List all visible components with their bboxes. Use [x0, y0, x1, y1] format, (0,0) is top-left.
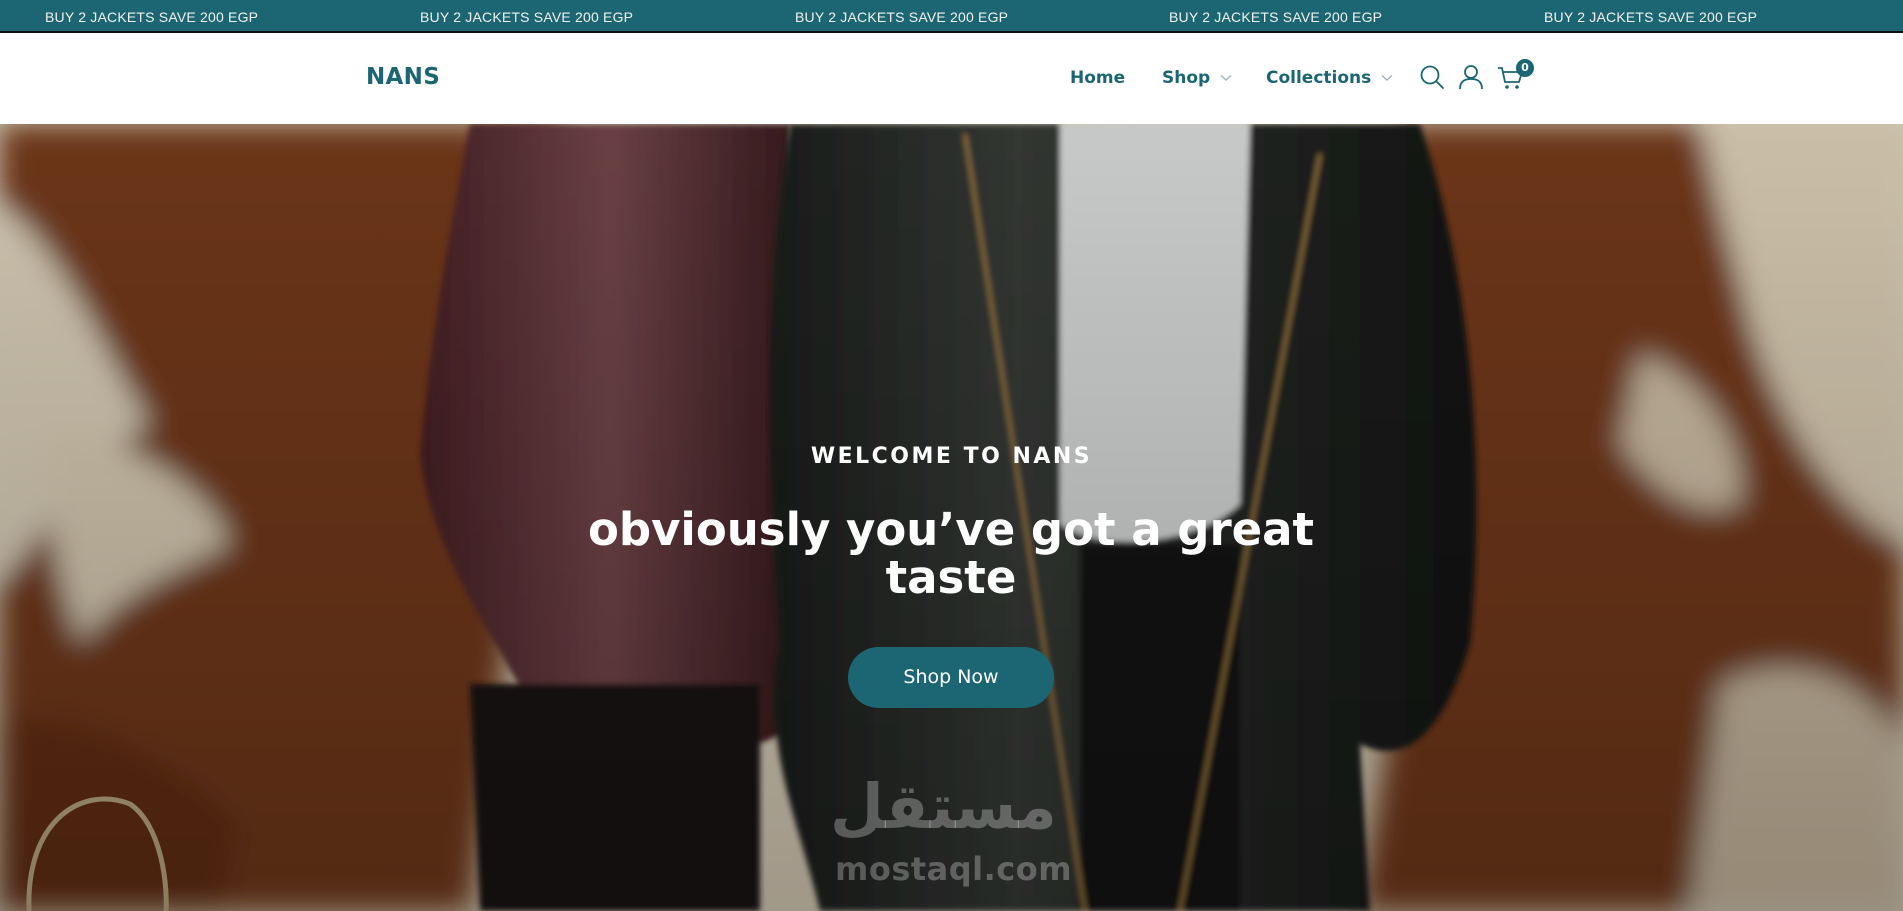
announcement-text: BUY 2 JACKETS SAVE 200 EGP — [1544, 9, 1758, 25]
hero-kicker: WELCOME TO NANS — [810, 444, 1093, 469]
shop-now-button[interactable]: Shop Now — [848, 647, 1054, 708]
nav-shop[interactable]: Shop — [1162, 68, 1232, 88]
search-icon[interactable] — [1418, 63, 1446, 91]
nav-home-label: Home — [1070, 68, 1126, 88]
announcement-text: BUY 2 JACKETS SAVE 200 EGP — [1169, 9, 1383, 25]
announcement-text: BUY 2 JACKETS SAVE 200 EGP — [795, 9, 1009, 25]
site-header: NANS Home Shop Collections — [0, 33, 1903, 124]
nav-collections[interactable]: Collections — [1266, 68, 1393, 88]
watermark-logo: مستقل — [830, 770, 1057, 843]
nav-shop-label: Shop — [1162, 68, 1211, 88]
chevron-down-icon — [1220, 74, 1232, 81]
announcement-text: BUY 2 JACKETS SAVE 200 EGP — [45, 9, 259, 25]
watermark-text: mostaql.com — [835, 850, 1073, 888]
announcement-text: BUY 2 JACKETS SAVE 200 EGP — [420, 9, 634, 25]
hero-banner: WELCOME TO NANS obviously you’ve got a g… — [0, 124, 1903, 911]
hero-title: obviously you’ve got a great taste — [587, 503, 1315, 604]
site-logo[interactable]: NANS — [366, 64, 440, 90]
cart-count-badge: 0 — [1516, 59, 1534, 77]
chevron-down-icon — [1381, 74, 1393, 81]
announcement-bar: BUY 2 JACKETS SAVE 200 EGP BUY 2 JACKETS… — [0, 0, 1903, 33]
nav-home[interactable]: Home — [1070, 68, 1125, 88]
user-icon[interactable] — [1457, 63, 1485, 91]
nav-collections-label: Collections — [1266, 68, 1372, 88]
